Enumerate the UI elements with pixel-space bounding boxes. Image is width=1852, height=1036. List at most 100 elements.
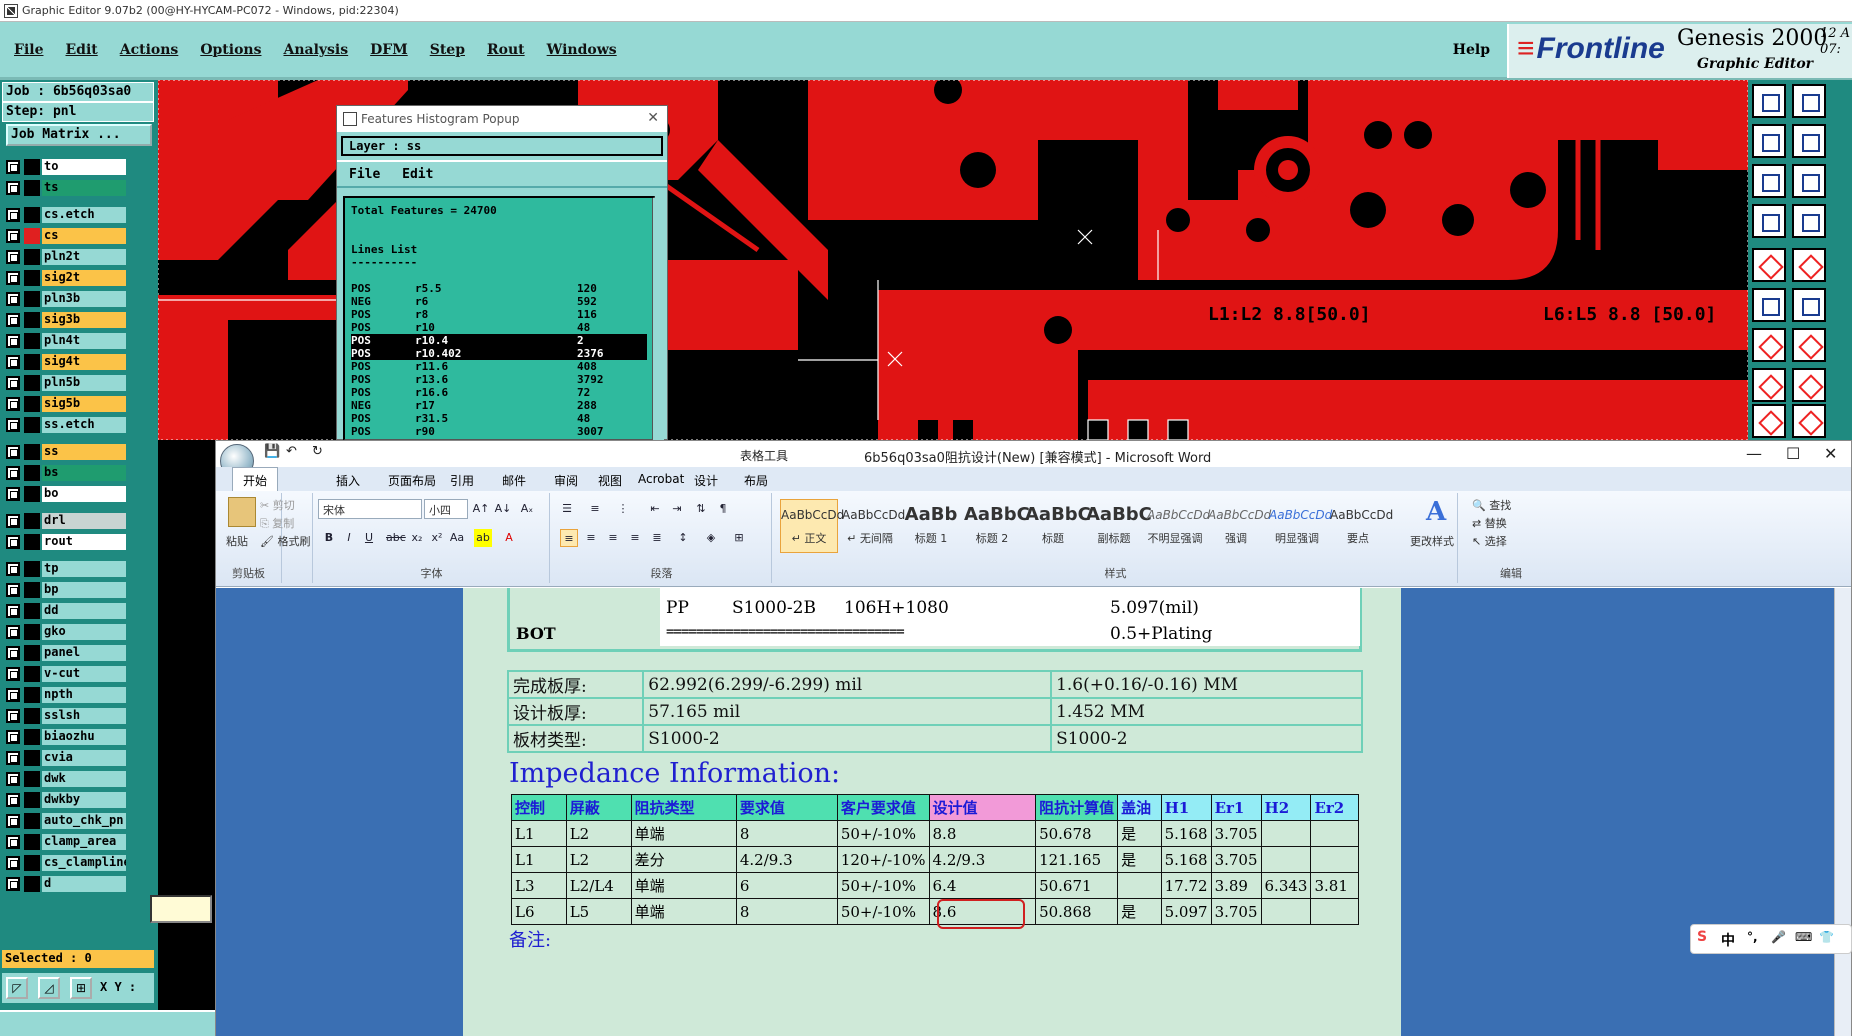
tool-icon-11[interactable] (1752, 288, 1786, 322)
distribute-icon[interactable]: ≣ (648, 529, 666, 547)
table-cell[interactable]: 5.168 (1160, 846, 1212, 873)
layer-row[interactable]: cs.etch (6, 204, 126, 225)
table-cell[interactable]: L5 (565, 898, 632, 925)
histogram-row[interactable]: POS r10.402 2376 (351, 347, 647, 360)
tab-9[interactable]: 布局 (744, 472, 768, 489)
histogram-row[interactable]: NEG r17 288 (351, 399, 647, 412)
layer-checkbox[interactable] (6, 750, 20, 765)
table-cell[interactable] (1260, 820, 1312, 847)
snap-icon[interactable]: ◸ (6, 977, 28, 999)
layer-checkbox[interactable] (6, 534, 20, 549)
cut-button[interactable]: ✂ 剪切 (260, 497, 295, 513)
tool-icon-18[interactable] (1792, 404, 1826, 438)
tool-icon-7[interactable] (1752, 204, 1786, 238)
style-item[interactable]: AaBbCcDd 不明显强调 (1146, 499, 1210, 553)
table-cell[interactable]: 57.165 mil (642, 697, 1053, 726)
tool-icon-1[interactable] (1752, 84, 1786, 118)
layer-row[interactable]: biaozhu (6, 726, 126, 747)
layer-row[interactable]: clamp_area (6, 831, 126, 852)
tool-icon-12[interactable] (1792, 288, 1826, 322)
table-cell[interactable]: 62.992(6.299/-6.299) mil (642, 670, 1053, 699)
tab-0[interactable]: 开始 (232, 467, 279, 491)
table-cell[interactable]: 是 (1117, 898, 1162, 925)
table-cell[interactable]: 完成板厚: (506, 670, 645, 699)
layer-row[interactable]: auto_chk_pn (6, 810, 126, 831)
measure-icon[interactable]: ◿ (38, 977, 60, 999)
header-cell[interactable]: 阻抗计算值 (1035, 794, 1119, 821)
tool-icon-2[interactable] (1792, 84, 1826, 118)
xy-input[interactable] (150, 895, 212, 923)
menu-step[interactable]: Step (430, 42, 465, 58)
header-cell[interactable]: 客户要求值 (836, 794, 930, 821)
table-cell[interactable]: 单端 (630, 872, 737, 899)
layer-row[interactable]: panel (6, 642, 126, 663)
layer-checkbox[interactable] (6, 465, 20, 480)
tool-icon-5[interactable] (1752, 164, 1786, 198)
table-cell[interactable]: 1.452 MM (1050, 697, 1363, 726)
header-cell[interactable]: 设计值 (928, 794, 1037, 821)
menu-file[interactable]: File (14, 42, 43, 58)
redo-icon[interactable]: ↻ (312, 444, 323, 459)
font-color-icon[interactable]: A (500, 529, 518, 547)
close-icon[interactable]: ✕ (647, 110, 659, 126)
underline-icon[interactable]: U (360, 529, 378, 547)
table-cell[interactable] (1117, 872, 1162, 899)
font-size-select[interactable]: 小四 (424, 499, 468, 519)
tab-1[interactable]: 插入 (336, 472, 360, 489)
table-cell[interactable]: 50.868 (1035, 898, 1119, 925)
align-left-icon[interactable]: ≡ (560, 529, 578, 547)
tab-6[interactable]: 视图 (598, 472, 622, 489)
layer-row[interactable]: ts (6, 177, 126, 198)
change-styles-button[interactable]: 更改样式 (1410, 533, 1454, 549)
table-cell[interactable] (1310, 898, 1359, 925)
decrease-indent-icon[interactable]: ⇤ (646, 500, 664, 518)
layer-row[interactable]: tp (6, 558, 126, 579)
ime-lang[interactable]: 中 (1721, 930, 1735, 950)
menu-analysis[interactable]: Analysis (283, 42, 348, 58)
table-cell[interactable]: 50+/-10% (836, 898, 930, 925)
histogram-row[interactable]: POS r10.4 2 (351, 334, 647, 347)
header-cell[interactable]: 要求值 (735, 794, 838, 821)
histogram-row[interactable]: POS r10 48 (351, 321, 647, 334)
layer-row[interactable]: sslsh (6, 705, 126, 726)
table-cell[interactable]: 3.89 (1210, 872, 1262, 899)
table-cell[interactable]: 8 (735, 820, 838, 847)
grow-font-icon[interactable]: A↑ (472, 500, 490, 518)
table-cell[interactable]: 3.705 (1210, 898, 1262, 925)
tool-icon-10[interactable] (1792, 248, 1826, 282)
layer-checkbox[interactable] (6, 375, 20, 390)
histogram-list[interactable]: Total Features = 24700 Lines List ------… (343, 196, 655, 441)
layer-checkbox[interactable] (6, 876, 20, 891)
tool-icon-15[interactable] (1752, 368, 1786, 402)
histogram-row[interactable]: POS r5.5 120 (351, 282, 647, 295)
table-cell[interactable]: 单端 (630, 820, 737, 847)
tab-7[interactable]: Acrobat (638, 472, 684, 486)
histogram-row[interactable]: POS r8 116 (351, 308, 647, 321)
layer-checkbox[interactable] (6, 270, 20, 285)
menu-actions[interactable]: Actions (120, 42, 179, 58)
layer-checkbox[interactable] (6, 417, 20, 432)
layer-checkbox[interactable] (6, 561, 20, 576)
skin-icon[interactable]: 👕 (1819, 930, 1834, 944)
table-cell[interactable]: S1000-2 (1050, 724, 1363, 753)
layer-row[interactable]: pln2t (6, 246, 126, 267)
histogram-row[interactable]: POS r90 3007 (351, 425, 647, 438)
justify-icon[interactable]: ≡ (626, 529, 644, 547)
layer-checkbox[interactable] (6, 159, 20, 174)
format-painter-button[interactable]: 🖌 格式刷 (260, 533, 310, 549)
layer-row[interactable]: pln3b (6, 288, 126, 309)
copy-button[interactable]: ⎘ 复制 (260, 515, 294, 531)
numbering-icon[interactable]: ≡ (586, 500, 604, 518)
style-item[interactable]: AaBbCcDd 明显强调 (1268, 499, 1332, 553)
layer-checkbox[interactable] (6, 645, 20, 660)
table-cell[interactable]: 50.671 (1035, 872, 1119, 899)
table-cell[interactable]: 6.4 (928, 872, 1037, 899)
layer-row[interactable]: v-cut (6, 663, 126, 684)
histogram-row[interactable]: POS r11.6 408 (351, 360, 647, 373)
style-item[interactable]: AaBbC 标题 2 (963, 499, 1030, 553)
menu-edit[interactable]: Edit (65, 42, 97, 58)
layer-row[interactable]: gko (6, 621, 126, 642)
header-cell[interactable]: Er2 (1310, 794, 1359, 821)
table-cell[interactable]: 是 (1117, 846, 1162, 873)
style-item[interactable]: AaBbCcDd 要点 (1329, 499, 1393, 553)
